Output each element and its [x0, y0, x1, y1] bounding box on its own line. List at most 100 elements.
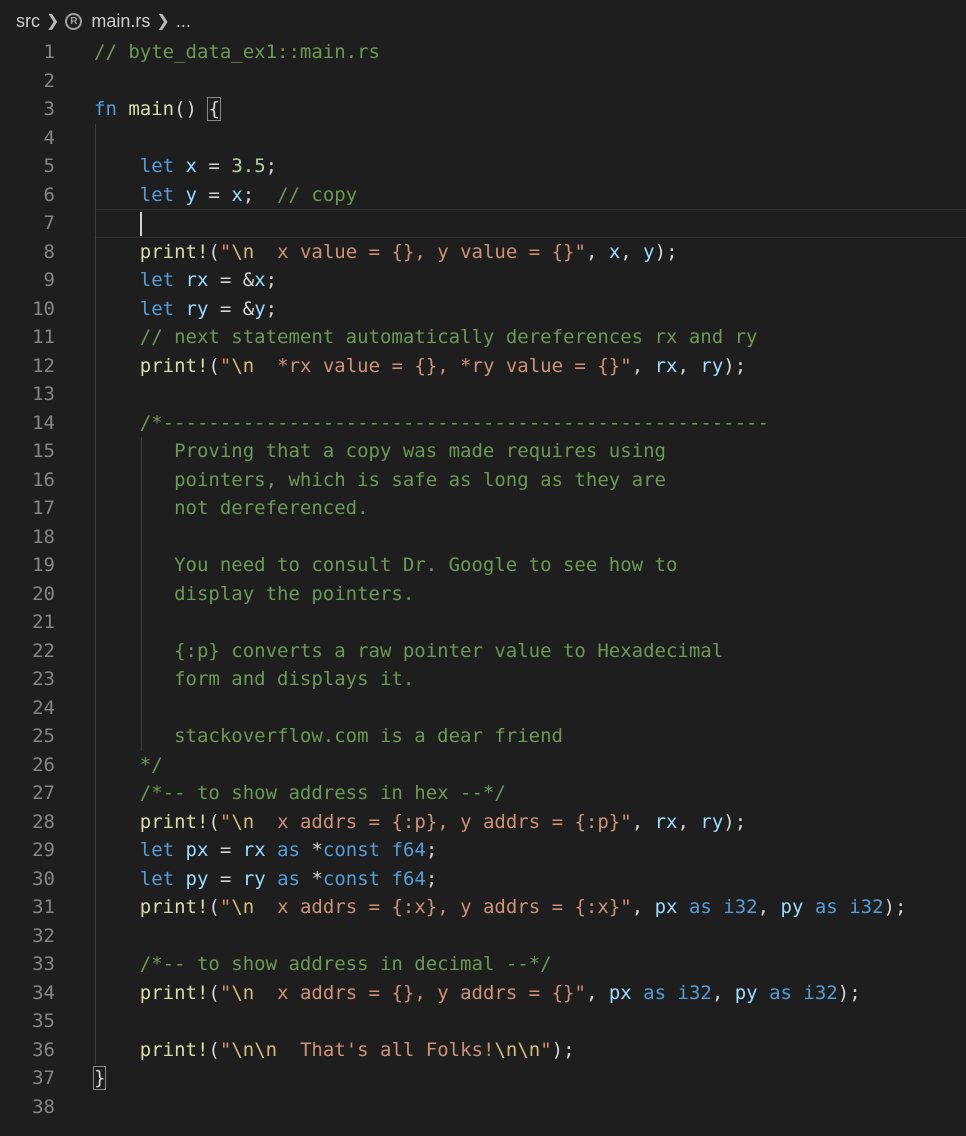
- code-line[interactable]: 4: [0, 124, 966, 153]
- line-text: let ry = &y;: [139, 297, 278, 320]
- line-text: print!("\n x addrs = {:p}, y addrs = {:p…: [139, 810, 747, 833]
- line-number: 17: [32, 497, 55, 519]
- line-number: 4: [43, 126, 55, 149]
- line-text: print!("\n x addrs = {}, y addrs = {}", …: [139, 981, 861, 1004]
- code-line[interactable]: 17 not dereferenced.: [0, 494, 966, 523]
- breadcrumb-folder[interactable]: src: [16, 11, 40, 32]
- line-number: 27: [32, 782, 55, 804]
- line-number: 36: [32, 1038, 55, 1061]
- code-line[interactable]: 10 let ry = &y;: [0, 295, 966, 324]
- line-text: /*-- to show address in hex --*/: [139, 782, 506, 804]
- code-line[interactable]: 20 display the pointers.: [0, 580, 966, 609]
- code-line[interactable]: 32: [0, 922, 966, 951]
- code-line[interactable]: 7: [0, 209, 966, 238]
- line-text: // byte_data_ex1::main.rs: [94, 41, 380, 63]
- code-line[interactable]: 34 print!("\n x addrs = {}, y addrs = {}…: [0, 979, 966, 1008]
- line-number: 23: [32, 668, 55, 690]
- line-number: 7: [43, 212, 55, 234]
- code-line[interactable]: 31 print!("\n x addrs = {:x}, y addrs = …: [0, 893, 966, 922]
- line-number: 13: [32, 383, 55, 405]
- code-line[interactable]: 27 /*-- to show address in hex --*/: [0, 779, 966, 808]
- line-number: 38: [32, 1095, 55, 1118]
- line-number: 16: [32, 468, 55, 491]
- line-number: 37: [32, 1067, 55, 1089]
- line-text: /*-- to show address in decimal --*/: [139, 953, 552, 975]
- line-text: let rx = &x;: [139, 269, 278, 291]
- line-number: 35: [32, 1010, 55, 1032]
- rust-icon: R: [65, 12, 83, 30]
- code-line[interactable]: 13: [0, 380, 966, 409]
- code-line[interactable]: 24: [0, 694, 966, 723]
- code-line[interactable]: 1 // byte_data_ex1::main.rs: [0, 38, 966, 67]
- line-number: 28: [32, 810, 55, 833]
- line-text: print!("\n x addrs = {:x}, y addrs = {:x…: [139, 896, 907, 918]
- code-line[interactable]: 3 fn main() {: [0, 95, 966, 124]
- code-line[interactable]: 5 let x = 3.5;: [0, 152, 966, 181]
- line-number: 26: [32, 753, 55, 776]
- line-number: 15: [32, 440, 55, 462]
- line-text: // next statement automatically derefere…: [139, 326, 758, 348]
- line-text: let py = ry as *const f64;: [139, 867, 438, 890]
- code-line[interactable]: 22 {:p} converts a raw pointer value to …: [0, 637, 966, 666]
- code-editor[interactable]: 1 // byte_data_ex1::main.rs 2 3 fn main() {4…: [0, 38, 966, 1121]
- line-number: 32: [32, 924, 55, 947]
- code-line[interactable]: 18: [0, 523, 966, 552]
- code-line[interactable]: 6 let y = x; // copy: [0, 181, 966, 210]
- line-text: Proving that a copy was made requires us…: [94, 440, 666, 462]
- line-text: fn main() {: [94, 97, 221, 121]
- line-text: let px = rx as *const f64;: [139, 839, 438, 861]
- current-line-highlight: [94, 209, 966, 238]
- code-line[interactable]: 14 /*-----------------------------------…: [0, 409, 966, 438]
- line-text: let x = 3.5;: [139, 155, 278, 177]
- line-number: 20: [32, 582, 55, 605]
- code-line[interactable]: 21: [0, 608, 966, 637]
- line-number: 5: [43, 155, 55, 177]
- breadcrumb-more[interactable]: ...: [176, 11, 191, 32]
- line-text: {:p} converts a raw pointer value to Hex…: [94, 639, 724, 662]
- code-line[interactable]: 36 print!("\n\n That's all Folks!\n\n");: [0, 1036, 966, 1065]
- code-line[interactable]: 2: [0, 67, 966, 96]
- code-line[interactable]: 33 /*-- to show address in decimal --*/: [0, 950, 966, 979]
- line-text: let y = x; // copy: [139, 183, 358, 206]
- line-number: 8: [43, 240, 55, 263]
- line-number: 30: [32, 867, 55, 890]
- code-line[interactable]: 9 let rx = &x;: [0, 266, 966, 295]
- code-line[interactable]: 35: [0, 1007, 966, 1036]
- code-line[interactable]: 30 let py = ry as *const f64;: [0, 865, 966, 894]
- line-text: */: [94, 753, 163, 776]
- line-number: 25: [32, 725, 55, 747]
- code-line[interactable]: 25 stackoverflow.com is a dear friend: [0, 722, 966, 751]
- line-number: 9: [43, 269, 55, 291]
- indent-guide: [141, 437, 142, 751]
- line-number: 21: [32, 611, 55, 633]
- code-line[interactable]: 11 // next statement automatically deref…: [0, 323, 966, 352]
- line-text: [94, 209, 142, 238]
- line-text: }: [92, 1066, 107, 1090]
- breadcrumb: src ❯ R main.rs ❯ ...: [0, 0, 966, 42]
- code-line[interactable]: 15 Proving that a copy was made requires…: [0, 437, 966, 466]
- line-number: 19: [32, 554, 55, 576]
- line-number: 24: [32, 696, 55, 719]
- code-line[interactable]: 12 print!("\n *rx value = {}, *ry value …: [0, 352, 966, 381]
- code-line[interactable]: 29 let px = rx as *const f64;: [0, 836, 966, 865]
- line-text: print!("\n *rx value = {}, *ry value = {…: [139, 354, 747, 377]
- line-text: /*--------------------------------------…: [139, 411, 769, 434]
- code-line[interactable]: 16 pointers, which is safe as long as th…: [0, 466, 966, 495]
- text-cursor: [139, 211, 142, 236]
- line-number: 6: [43, 183, 55, 206]
- code-line[interactable]: 19 You need to consult Dr. Google to see…: [0, 551, 966, 580]
- line-text: print!("\n x value = {}, y value = {}", …: [139, 240, 678, 263]
- code-line[interactable]: 23 form and displays it.: [0, 665, 966, 694]
- line-text: print!("\n\n That's all Folks!\n\n");: [139, 1038, 575, 1061]
- chevron-right-icon: ❯: [46, 13, 60, 30]
- code-line[interactable]: 28 print!("\n x addrs = {:p}, y addrs = …: [0, 808, 966, 837]
- line-text: stackoverflow.com is a dear friend: [94, 725, 563, 747]
- code-line[interactable]: 8 print!("\n x value = {}, y value = {}"…: [0, 238, 966, 267]
- code-line[interactable]: 37}: [0, 1064, 966, 1093]
- chevron-right-icon: ❯: [156, 13, 170, 30]
- code-line[interactable]: 38: [0, 1093, 966, 1122]
- code-line[interactable]: 26 */: [0, 751, 966, 780]
- line-number: 29: [32, 839, 55, 861]
- breadcrumb-file[interactable]: main.rs: [91, 11, 150, 32]
- line-text: You need to consult Dr. Google to see ho…: [94, 554, 678, 576]
